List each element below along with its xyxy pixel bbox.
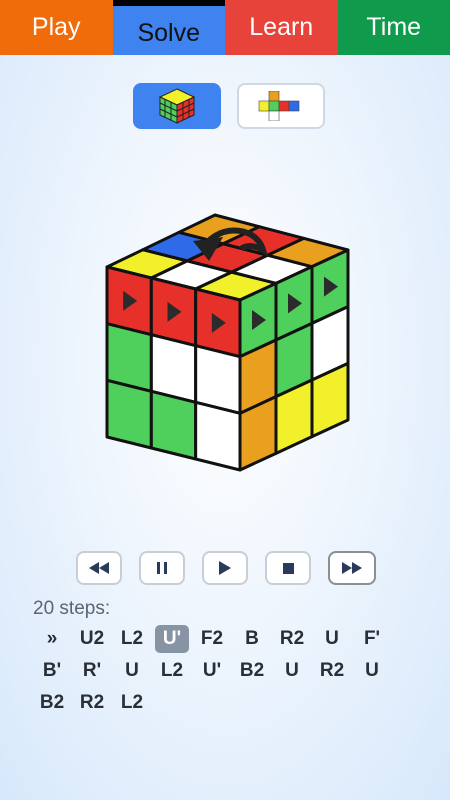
front-sticker [194, 400, 242, 472]
tab-solve[interactable]: Solve [112, 0, 225, 55]
fast-forward-button[interactable] [328, 551, 376, 585]
steps-count-label: 20 steps: [33, 598, 111, 619]
rubiks-cube-3d[interactable] [95, 205, 355, 475]
rewind-button[interactable] [76, 551, 122, 585]
move-token[interactable]: R2 [315, 657, 349, 685]
move-token[interactable]: B [235, 625, 269, 653]
top-tab-bar: Play Solve Learn Time [0, 0, 450, 55]
move-token[interactable]: L2 [115, 625, 149, 653]
move-token[interactable]: U' [155, 625, 189, 653]
move-token[interactable]: F' [355, 625, 389, 653]
tab-play[interactable]: Play [0, 0, 113, 55]
move-token[interactable]: L2 [115, 689, 149, 717]
move-token[interactable]: R2 [75, 689, 109, 717]
move-token[interactable]: U [315, 625, 349, 653]
pause-button[interactable] [139, 551, 185, 585]
view-toggle [133, 83, 325, 129]
move-token[interactable]: B2 [235, 657, 269, 685]
cube-net-icon [258, 91, 300, 121]
move-token[interactable]: L2 [155, 657, 189, 685]
move-token[interactable]: R2 [275, 625, 309, 653]
move-start-marker[interactable]: » [35, 625, 69, 653]
3d-cube-icon [158, 88, 196, 124]
front-sticker [149, 389, 198, 461]
cube-net-view-button[interactable] [237, 83, 325, 129]
move-token[interactable]: F2 [195, 625, 229, 653]
move-token[interactable]: U [275, 657, 309, 685]
tab-learn[interactable]: Learn [225, 0, 338, 55]
move-sequence: » U2 L2 U' F2 B R2 U F' B' R' U L2 U' B2 U R2 U B2 R2 L2 [35, 625, 425, 717]
rewind-icon [89, 562, 109, 574]
play-icon [219, 561, 231, 575]
stop-button[interactable] [265, 551, 311, 585]
move-token[interactable]: B2 [35, 689, 69, 717]
move-token[interactable]: B' [35, 657, 69, 685]
tab-time[interactable]: Time [337, 0, 450, 55]
move-token[interactable]: U [355, 657, 389, 685]
front-sticker [105, 378, 153, 450]
stop-icon [282, 562, 294, 574]
play-button[interactable] [202, 551, 248, 585]
fast-forward-icon [342, 562, 362, 574]
move-token[interactable]: U [115, 657, 149, 685]
cube-3d-view-button[interactable] [133, 83, 221, 129]
pause-icon [157, 562, 167, 574]
move-token[interactable]: U' [195, 657, 229, 685]
playback-controls [76, 551, 376, 585]
move-token[interactable]: U2 [75, 625, 109, 653]
move-token[interactable]: R' [75, 657, 109, 685]
